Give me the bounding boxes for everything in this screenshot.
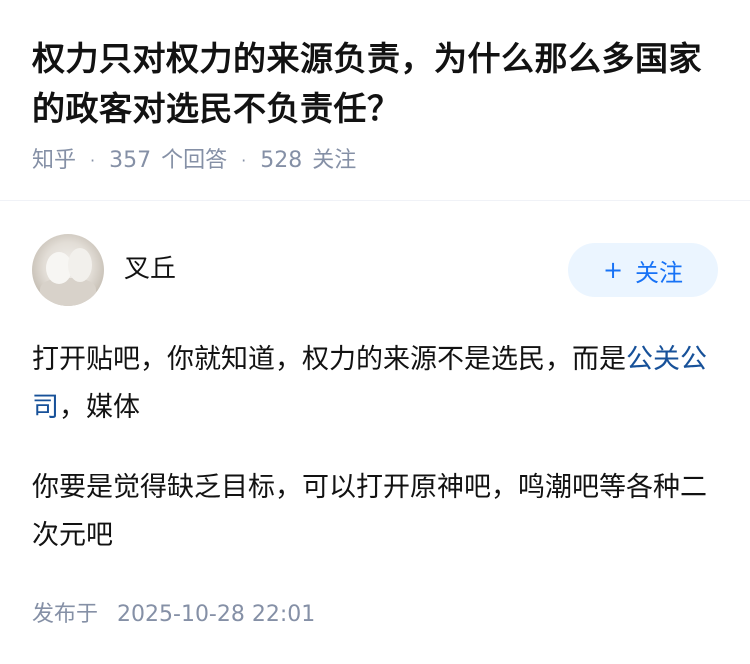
answer-text: 打开贴吧，你就知道，权力的来源不是选民，而是 — [32, 344, 626, 375]
answer-paragraph: 你要是觉得缺乏目标，可以打开原神吧，鸣潮吧等各种二次元吧 — [32, 472, 707, 551]
meta-separator: · — [241, 151, 247, 170]
avatar-shape — [68, 248, 92, 282]
answer-count-label[interactable]: 个回答 — [161, 146, 227, 176]
section-divider — [0, 200, 750, 201]
follower-count-label: 关注 — [312, 148, 357, 173]
question-title[interactable]: 权力只对权力的来源负责，为什么那么多国家的政客对选民不负责任？ — [32, 34, 718, 134]
follow-button-label: 关注 — [635, 258, 684, 287]
publish-time: 2025-10-28 22:01 — [117, 602, 316, 627]
avatar-shape — [40, 278, 96, 306]
publish-label: 发布于 — [32, 602, 99, 627]
meta-separator: · — [90, 151, 96, 170]
answer-text: ，媒体 — [59, 392, 140, 423]
answer-card: 叉丘 + 关注 打开贴吧，你就知道，权力的来源不是选民，而是公关公司，媒体 你要… — [32, 232, 718, 630]
question-meta: 知乎 · 357 个回答 · 528 关注 — [32, 146, 718, 176]
publish-info: 发布于 2025-10-28 22:01 — [32, 600, 718, 630]
author-name[interactable]: 叉丘 — [124, 248, 176, 285]
source-label[interactable]: 知乎 — [32, 146, 76, 176]
answer-paragraph: 打开贴吧，你就知道，权力的来源不是选民，而是公关公司，媒体 — [32, 336, 718, 432]
plus-icon: + — [602, 256, 624, 284]
follower-count: 528 — [260, 148, 303, 173]
answer-count: 357 — [109, 148, 152, 173]
question-header: 权力只对权力的来源负责，为什么那么多国家的政客对选民不负责任？ 知乎 · 357… — [0, 0, 750, 173]
follow-button[interactable]: + 关注 — [568, 243, 718, 297]
author-row: 叉丘 + 关注 — [32, 232, 718, 308]
avatar[interactable] — [32, 234, 104, 306]
